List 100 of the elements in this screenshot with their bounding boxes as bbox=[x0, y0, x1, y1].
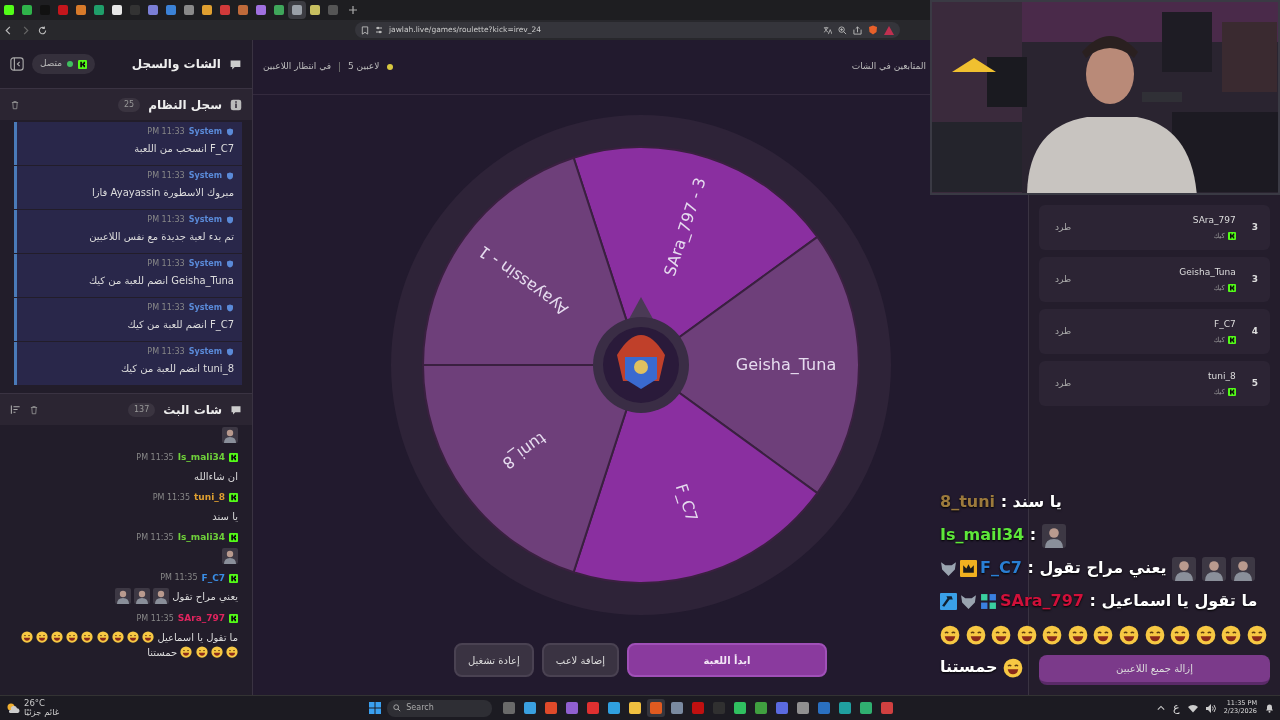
kick-button[interactable]: طرد bbox=[1055, 272, 1072, 287]
timestamp: PM 11:33 bbox=[147, 214, 185, 226]
game-button[interactable]: ابدأ اللعبة bbox=[626, 643, 827, 677]
platform-icon bbox=[78, 59, 88, 69]
log-message: F_C7 انضم للعبة من كيك bbox=[127, 318, 234, 332]
zoom-icon[interactable] bbox=[838, 25, 847, 35]
shield-icon bbox=[226, 172, 234, 180]
bookmark-icon[interactable] bbox=[361, 25, 369, 35]
figure-sticker-icon bbox=[153, 588, 170, 604]
platform-icon bbox=[1227, 336, 1236, 345]
user-name: F_C7 bbox=[980, 558, 1022, 577]
laughing-face-icon bbox=[1246, 624, 1267, 645]
search-field[interactable]: Search bbox=[387, 699, 493, 717]
timestamp: PM 11:33 bbox=[147, 346, 185, 358]
segment-label: F_C7 bbox=[671, 481, 702, 524]
shield-icon bbox=[226, 216, 234, 224]
platform-icon bbox=[1227, 284, 1236, 293]
shield-icon bbox=[226, 304, 234, 312]
platform-icon bbox=[229, 614, 238, 624]
site-settings-icon[interactable] bbox=[375, 26, 383, 34]
start-icon[interactable] bbox=[369, 702, 382, 714]
keyboard-language[interactable]: ع bbox=[1173, 699, 1180, 717]
taskbar-app-icon[interactable] bbox=[646, 699, 665, 717]
trash-icon[interactable] bbox=[29, 404, 39, 415]
user-name: F_C7 bbox=[201, 571, 225, 585]
plus-icon[interactable] bbox=[348, 5, 358, 15]
wolf-badge-icon bbox=[940, 560, 957, 577]
volume-icon[interactable] bbox=[1205, 703, 1216, 713]
player-name: tuni_8 bbox=[1208, 369, 1236, 383]
user-name: SAra_797 bbox=[177, 612, 225, 625]
sort-icon[interactable] bbox=[10, 404, 21, 415]
chat-message: ما تقول يا اسماعيل bbox=[157, 631, 238, 642]
clear-players-button[interactable]: إزالة جميع اللاعبين bbox=[1039, 655, 1270, 685]
laughing-face-icon bbox=[127, 630, 140, 643]
player-name: Geisha_Tuna bbox=[1179, 265, 1236, 279]
user-name: SAra_797 bbox=[1000, 591, 1084, 610]
timestamp: PM 11:35 bbox=[136, 531, 174, 544]
weather-condition: غائم جزئيًا bbox=[24, 708, 60, 718]
collapse-panel-icon[interactable] bbox=[10, 57, 24, 71]
laughing-face-icon bbox=[66, 630, 79, 643]
sender-name: System bbox=[188, 346, 222, 358]
sender-name: System bbox=[188, 302, 222, 314]
chat-message: يعني مراح تقول bbox=[172, 590, 238, 602]
chat-message: ان شاءالله bbox=[194, 470, 238, 481]
timestamp: PM 11:35 bbox=[136, 612, 174, 625]
platform-icon bbox=[229, 453, 238, 463]
laughing-face-icon bbox=[195, 646, 208, 658]
trash-icon[interactable] bbox=[10, 99, 20, 110]
separator-colon: : bbox=[1089, 591, 1096, 610]
laughing-face-icon bbox=[1003, 657, 1024, 678]
forward-icon[interactable] bbox=[21, 25, 30, 35]
game-button[interactable]: إعادة تشغيل bbox=[454, 643, 534, 677]
crown-badge-icon bbox=[960, 560, 977, 577]
search-icon bbox=[393, 704, 402, 712]
laughing-face-icon bbox=[1042, 624, 1063, 645]
info-icon bbox=[230, 98, 242, 111]
chat-message: ما تقول يا اسماعيل bbox=[1101, 591, 1258, 610]
chat-message: حمستنا bbox=[940, 657, 998, 676]
laughing-face-icon bbox=[965, 624, 986, 645]
chat-message: يا سند bbox=[212, 510, 238, 521]
laughing-face-icon bbox=[51, 630, 64, 643]
timestamp: PM 11:33 bbox=[147, 258, 185, 270]
chevron-up-icon[interactable] bbox=[1157, 704, 1166, 712]
game-button[interactable]: إضافة لاعب bbox=[541, 643, 619, 677]
user-name: Is_mali34 bbox=[177, 531, 225, 544]
laughing-face-icon bbox=[940, 624, 960, 645]
sender-name: System bbox=[188, 214, 222, 226]
chat-message: يا سند bbox=[1012, 492, 1062, 511]
figure-sticker-icon bbox=[222, 427, 238, 443]
share-icon[interactable] bbox=[853, 25, 862, 35]
player-count: 5 لاعبين bbox=[348, 60, 380, 74]
hammer-badge-icon bbox=[940, 593, 957, 610]
emblem-icon bbox=[592, 317, 689, 413]
wolf-badge-icon bbox=[960, 593, 977, 610]
back-icon[interactable] bbox=[4, 25, 13, 35]
kick-button[interactable]: طرد bbox=[1055, 220, 1072, 235]
bell-icon[interactable] bbox=[1265, 703, 1274, 713]
player-name: F_C7 bbox=[1214, 317, 1236, 331]
sender-name: System bbox=[188, 126, 222, 138]
figure-sticker-icon bbox=[1172, 556, 1197, 581]
shield-icon bbox=[226, 128, 234, 136]
translate-icon[interactable] bbox=[823, 25, 832, 35]
laughing-face-icon bbox=[1119, 624, 1140, 645]
log-message: F_C7 انسحب من اللعبة bbox=[134, 142, 234, 156]
user-name: Is_mali34 bbox=[177, 451, 225, 464]
wifi-icon[interactable] bbox=[1187, 703, 1198, 713]
separator-colon: : bbox=[1000, 492, 1008, 511]
browser-shield-icon[interactable] bbox=[868, 25, 878, 35]
status-badge: متصل bbox=[32, 54, 96, 74]
reload-icon[interactable] bbox=[38, 25, 47, 35]
separator-colon: : bbox=[1029, 525, 1037, 544]
log-message: مبروك الاسطورة Ayayassin فازا bbox=[91, 186, 234, 200]
kick-button[interactable]: طرد bbox=[1055, 376, 1072, 391]
browser-tab[interactable] bbox=[288, 1, 306, 19]
kick-button[interactable]: طرد bbox=[1055, 324, 1072, 339]
shield-icon bbox=[226, 260, 234, 268]
laughing-face-icon bbox=[1195, 624, 1216, 645]
timestamp: PM 11:33 bbox=[147, 302, 185, 314]
laughing-face-icon bbox=[1016, 624, 1037, 645]
laughing-face-icon bbox=[142, 630, 155, 643]
